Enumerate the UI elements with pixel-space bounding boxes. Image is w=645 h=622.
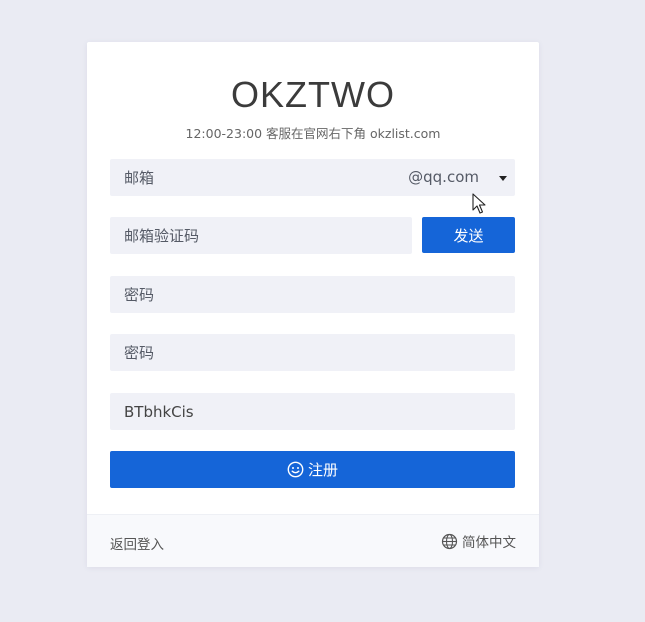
page-title: OKZTWO bbox=[231, 74, 395, 115]
register-card: OKZTWO 12:00-23:00 客服在官网右下角 okzlist.com … bbox=[87, 42, 539, 567]
caret-down-icon[interactable] bbox=[499, 176, 507, 181]
password-field[interactable] bbox=[110, 276, 515, 313]
send-code-button[interactable]: 发送 bbox=[422, 217, 515, 253]
language-label: 简体中文 bbox=[462, 535, 516, 551]
email-code-field[interactable] bbox=[110, 217, 412, 254]
globe-icon bbox=[441, 533, 458, 549]
smile-icon bbox=[287, 461, 304, 478]
password-confirm-field[interactable] bbox=[110, 334, 515, 371]
password-input[interactable] bbox=[124, 276, 515, 313]
card-footer: 返回登入 简体中文 bbox=[87, 514, 539, 567]
password-confirm-input[interactable] bbox=[124, 334, 515, 371]
invite-code-input[interactable] bbox=[124, 393, 515, 430]
invite-code-field[interactable] bbox=[110, 393, 515, 430]
back-to-login-link[interactable]: 返回登入 bbox=[110, 533, 164, 553]
email-domain-select[interactable]: @qq.com bbox=[408, 159, 479, 196]
language-switcher[interactable]: 简体中文 bbox=[441, 531, 516, 551]
register-label: 注册 bbox=[307, 461, 338, 479]
email-code-input[interactable] bbox=[124, 217, 412, 254]
mouse-pointer-icon bbox=[472, 193, 486, 214]
email-field[interactable]: @qq.com bbox=[110, 159, 515, 196]
register-button[interactable]: 注册 bbox=[110, 451, 515, 488]
service-hours-note: 12:00-23:00 客服在官网右下角 okzlist.com bbox=[185, 126, 441, 141]
